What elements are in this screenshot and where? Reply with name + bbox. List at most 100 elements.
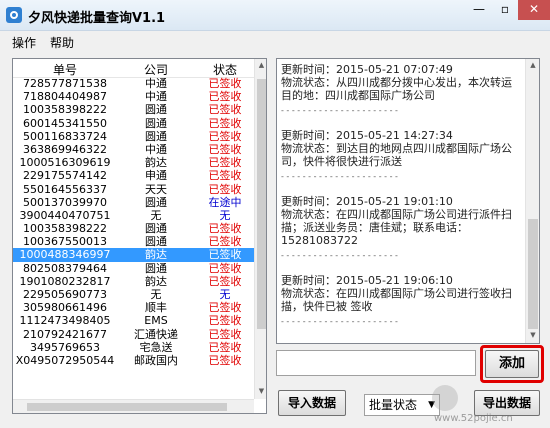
title-bar: 夕风快递批量查询V1.1 — ▫ ✕ xyxy=(0,0,550,31)
row-status: 已签收 xyxy=(208,222,242,236)
row-number: 229505690773 xyxy=(23,288,107,301)
list-row[interactable]: 1901080232817 韵达 已签收 xyxy=(13,275,254,288)
row-company: 韵达 xyxy=(145,274,167,288)
row-status: 已签收 xyxy=(208,353,242,367)
list-row[interactable]: 100358398222 圆通 已签收 xyxy=(13,103,254,116)
row-number: 550164556337 xyxy=(23,182,107,196)
entry-separator: - - - - - - - - - - - - - - - - - - - - … xyxy=(281,106,398,115)
entry-time: 更新时间：2015-05-21 07:07:49 xyxy=(281,63,453,76)
row-number: 100358398222 xyxy=(23,222,107,236)
tracking-list[interactable]: 单号 公司 状态 728577871538 中通 已签收 718804404987 中通… xyxy=(12,58,267,414)
detail-entry: 更新时间：2015-05-21 19:06:10 物流状态：在四川成都国际广场公司… xyxy=(281,274,517,328)
list-row[interactable]: 728577871538 中通 已签收 xyxy=(13,77,254,90)
row-company: 宅急送 xyxy=(139,340,173,354)
row-company: 中通 xyxy=(145,142,167,156)
add-button[interactable]: 添加 xyxy=(485,350,539,378)
scroll-down-icon[interactable]: ▼ xyxy=(255,387,266,395)
entry-separator: - - - - - - - - - - - - - - - - - - - - … xyxy=(281,317,398,326)
list-vertical-scrollbar[interactable]: ▲ ▼ xyxy=(254,59,266,399)
list-row[interactable]: 363869946322 中通 已签收 xyxy=(13,143,254,156)
list-row[interactable]: 802508379464 圆通 已签收 xyxy=(13,262,254,275)
detail-scroll-up-icon[interactable]: ▲ xyxy=(526,61,539,69)
menu-help[interactable]: 帮助 xyxy=(50,34,74,51)
row-status: 已签收 xyxy=(208,142,242,156)
list-row[interactable]: 1000516309619 韵达 已签收 xyxy=(13,156,254,169)
row-company: 顺丰 xyxy=(145,301,167,315)
list-row[interactable]: 229505690773 无 无 xyxy=(13,288,254,301)
row-number: 363869946322 xyxy=(23,142,107,156)
row-number: 1000516309619 xyxy=(19,156,111,170)
batch-status-value: 批量状态 xyxy=(369,398,418,412)
detail-panel[interactable]: 更新时间：2015-05-21 07:07:49 物流状态：从四川成都分拨中心发出… xyxy=(276,58,540,344)
row-company: 中通 xyxy=(145,90,167,104)
row-company: 汇通快递 xyxy=(134,327,178,341)
list-row[interactable]: 100358398222 圆通 已签收 xyxy=(13,222,254,235)
list-row[interactable]: 210792421677 汇通快递 已签收 xyxy=(13,328,254,341)
row-company: 申通 xyxy=(145,169,167,183)
row-status: 已签收 xyxy=(208,235,242,249)
list-row[interactable]: 1112473498405 EMS 已签收 xyxy=(13,314,254,327)
menu-bar: 操作 帮助 xyxy=(0,31,550,51)
list-row[interactable]: 600145341550 圆通 已签收 xyxy=(13,117,254,130)
list-header: 单号 公司 状态 xyxy=(13,59,254,78)
entry-status: 物流状态：在四川成都国际广场公司进行派件扫描；派送业务员：唐佳斌；联系电话：15… xyxy=(281,208,512,247)
list-row[interactable]: 229175574142 申通 已签收 xyxy=(13,169,254,182)
window-title: 夕风快递批量查询V1.1 xyxy=(28,11,166,26)
row-company: 圆通 xyxy=(145,116,167,130)
header-company[interactable]: 公司 xyxy=(123,61,189,78)
chevron-down-icon: ▼ xyxy=(428,400,435,410)
list-row[interactable]: 500137039970 圆通 在途中 xyxy=(13,196,254,209)
list-row[interactable]: 1000488346997 韵达 已签收 xyxy=(13,248,254,262)
list-row[interactable]: 305980661496 顺丰 已签收 xyxy=(13,301,254,314)
row-company: 韵达 xyxy=(145,248,167,262)
detail-scroll-down-icon[interactable]: ▼ xyxy=(526,331,539,339)
list-horizontal-scrollbar[interactable] xyxy=(13,399,254,413)
row-company: EMS xyxy=(144,314,168,328)
row-status: 无 xyxy=(219,208,231,222)
import-data-button[interactable]: 导入数据 xyxy=(278,390,346,416)
tracking-number-input[interactable] xyxy=(276,350,476,376)
menu-operate[interactable]: 操作 xyxy=(12,34,36,51)
row-company: 无 xyxy=(150,288,162,301)
list-row[interactable]: X0495072950544 邮政国内 已签收 xyxy=(13,354,254,367)
list-row[interactable]: 100367550013 圆通 已签收 xyxy=(13,235,254,248)
row-company: 无 xyxy=(150,208,162,222)
row-company: 圆通 xyxy=(145,129,167,143)
list-row[interactable]: 550164556337 天天 已签收 xyxy=(13,183,254,196)
header-status[interactable]: 状态 xyxy=(197,61,253,78)
header-number[interactable]: 单号 xyxy=(13,61,117,78)
close-button[interactable]: ✕ xyxy=(518,0,550,20)
list-row[interactable]: 718804404987 中通 已签收 xyxy=(13,90,254,103)
row-status: 无 xyxy=(219,288,231,301)
row-company: 中通 xyxy=(145,77,167,90)
detail-scrollbar[interactable]: ▲ ▼ xyxy=(525,59,539,343)
app-logo-icon xyxy=(6,7,22,23)
row-status: 已签收 xyxy=(208,90,242,104)
row-status: 在途中 xyxy=(208,195,242,209)
row-status: 已签收 xyxy=(208,156,242,170)
entry-time: 更新时间：2015-05-21 19:06:10 xyxy=(281,274,453,287)
list-horizontal-thumb[interactable] xyxy=(27,403,227,411)
scroll-up-icon[interactable]: ▲ xyxy=(255,61,266,69)
maximize-button[interactable]: ▫ xyxy=(492,0,518,20)
row-number: 500137039970 xyxy=(23,195,107,209)
detail-scroll-thumb[interactable] xyxy=(528,219,538,329)
list-row[interactable]: 3900440470751 无 无 xyxy=(13,209,254,222)
row-number: 718804404987 xyxy=(23,90,107,104)
export-data-button[interactable]: 导出数据 xyxy=(474,390,540,416)
row-company: 圆通 xyxy=(145,103,167,117)
entry-status: 物流状态：在四川成都国际广场公司进行签收扫描，快件已被 签收 xyxy=(281,287,512,313)
list-rows: 728577871538 中通 已签收 718804404987 中通 已签收 100358… xyxy=(13,77,254,367)
list-vertical-thumb[interactable] xyxy=(257,79,266,329)
row-status: 已签收 xyxy=(208,182,242,196)
batch-status-select[interactable]: 批量状态 ▼ xyxy=(364,394,440,416)
list-row[interactable]: 500116833724 圆通 已签收 xyxy=(13,130,254,143)
row-number: 3495769653 xyxy=(30,340,100,354)
minimize-button[interactable]: — xyxy=(466,0,492,20)
row-company: 天天 xyxy=(145,182,167,196)
row-status: 已签收 xyxy=(208,274,242,288)
list-row[interactable]: 3495769653 宅急送 已签收 xyxy=(13,341,254,354)
row-status: 已签收 xyxy=(208,77,242,90)
row-number: 100367550013 xyxy=(23,235,107,249)
row-number: 1901080232817 xyxy=(19,274,111,288)
